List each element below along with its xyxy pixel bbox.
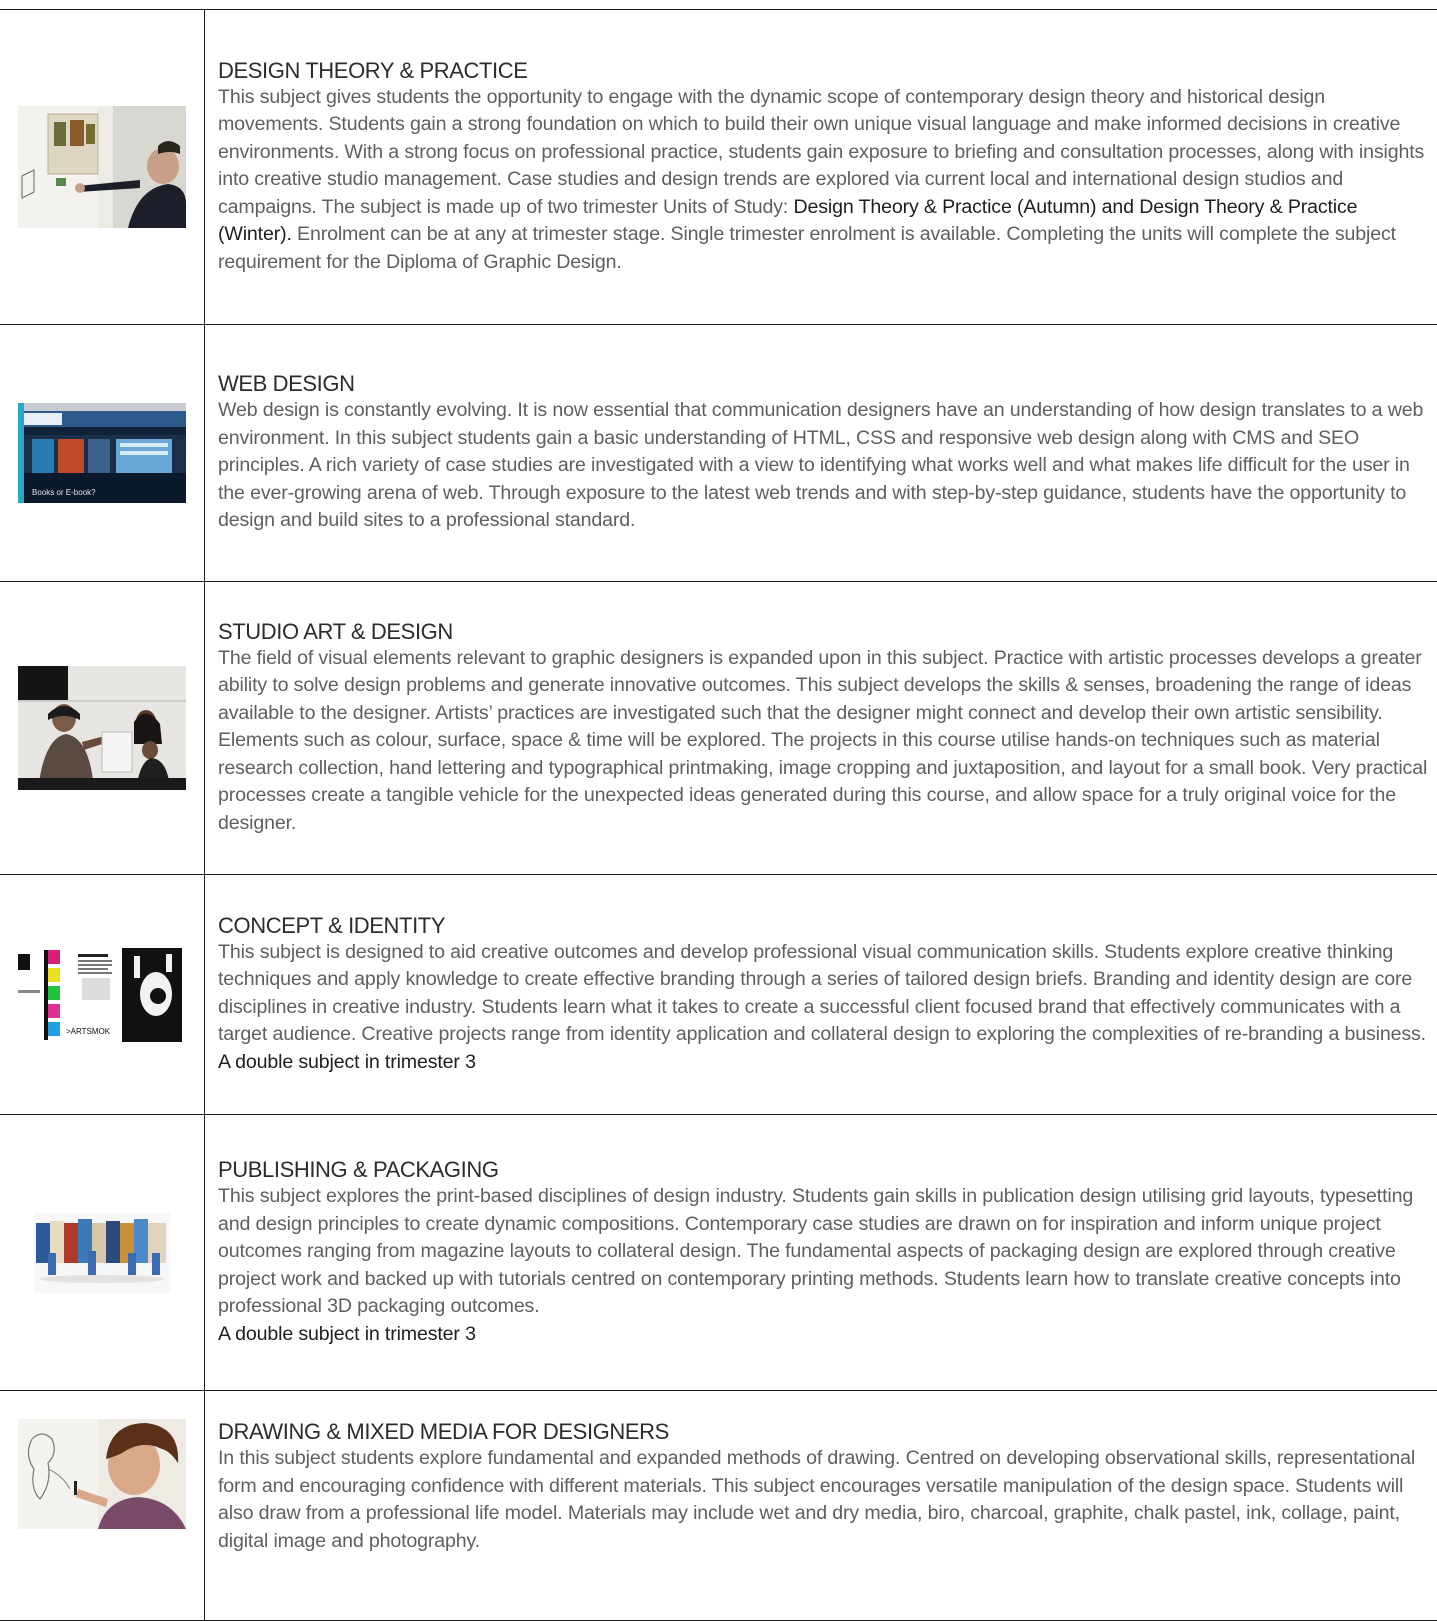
subject-title: DESIGN THEORY & PRACTICE — [218, 57, 528, 83]
subject-row: STUDIO ART & DESIGN The field of visual … — [0, 581, 1437, 875]
subject-row: >ARTSMOK CONCEPT & IDENTITY This subject… — [0, 874, 1437, 1115]
thumb-caption: >ARTSMOK — [66, 1027, 111, 1036]
double-subject-note: A double subject in trimester 3 — [218, 1050, 476, 1073]
studio-presentation-photo — [18, 106, 186, 228]
subject-description: This subject is designed to aid creative… — [218, 940, 1426, 1046]
subject-title: WEB DESIGN — [218, 371, 355, 397]
subject-title: STUDIO ART & DESIGN — [218, 618, 453, 644]
double-subject-note: A double subject in trimester 3 — [218, 1322, 476, 1345]
drawing-student-photo — [18, 1419, 186, 1529]
subject-row: DESIGN THEORY & PRACTICE This subject gi… — [0, 9, 1437, 325]
subject-description: This subject explores the print-based di… — [218, 1185, 1414, 1317]
subject-row: Books or E-book? WEB DESIGN Web design i… — [0, 324, 1437, 582]
classroom-photo — [18, 666, 186, 790]
branding-artwork: >ARTSMOK — [18, 947, 186, 1042]
subject-row: PUBLISHING & PACKAGING This subject expl… — [0, 1114, 1437, 1391]
description-text: Enrolment can be at any at trimester sta… — [218, 223, 1396, 273]
packaging-photo — [34, 1212, 170, 1293]
thumb-caption: Books or E-book? — [32, 488, 96, 497]
subject-title: DRAWING & MIXED MEDIA FOR DESIGNERS — [218, 1419, 669, 1444]
website-screenshot: Books or E-book? — [18, 403, 186, 503]
subject-title: CONCEPT & IDENTITY — [218, 912, 446, 938]
subject-description: In this subject students explore fundame… — [218, 1447, 1416, 1552]
subject-description: Web design is constantly evolving. It is… — [218, 399, 1424, 532]
subjects-table: DESIGN THEORY & PRACTICE This subject gi… — [0, 9, 1437, 1621]
subject-description: The field of visual elements relevant to… — [218, 646, 1428, 834]
subject-row: DRAWING & MIXED MEDIA FOR DESIGNERS In t… — [0, 1390, 1437, 1621]
subject-title: PUBLISHING & PACKAGING — [218, 1157, 499, 1182]
subject-description: This subject gives students the opportun… — [218, 84, 1429, 277]
